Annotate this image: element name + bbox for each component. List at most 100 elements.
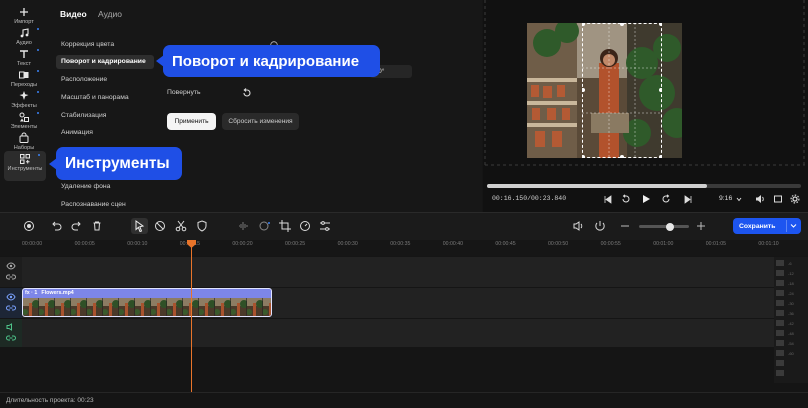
ruler-tick-label: 00:00:00 bbox=[22, 241, 43, 247]
playback-time: 00:16.150/00:23.840 bbox=[492, 195, 567, 202]
ruler-tick-label: 00:01:05 bbox=[705, 241, 726, 247]
text-icon bbox=[20, 50, 28, 58]
scissors-icon[interactable] bbox=[174, 219, 188, 233]
clip-effects-badge: fx · 1 bbox=[25, 290, 38, 296]
link-icon[interactable] bbox=[6, 273, 16, 281]
music-note-icon bbox=[20, 28, 29, 38]
volume-meter: -6 -12 -18 -24 -30 -36 -42 -48 -54 -60 bbox=[774, 257, 808, 383]
fullscreen-icon[interactable] bbox=[773, 194, 783, 204]
skip-forward-icon[interactable] bbox=[684, 195, 693, 204]
track-controls bbox=[0, 288, 22, 318]
crop-icon[interactable] bbox=[278, 219, 292, 233]
ruler-tick-label: 00:01:10 bbox=[758, 241, 779, 247]
svg-text:-6: -6 bbox=[788, 261, 792, 266]
menu-item-rotate-crop[interactable]: Поворот и кадрирование bbox=[56, 55, 154, 69]
volume-icon[interactable] bbox=[755, 194, 765, 204]
apply-button[interactable]: Применить bbox=[167, 113, 216, 130]
status-bar: Длительность проекта: 00:23 bbox=[0, 392, 808, 408]
speaker-icon[interactable] bbox=[6, 323, 16, 331]
ruler-tick-label: 00:00:20 bbox=[232, 241, 253, 247]
svg-text:-36: -36 bbox=[788, 311, 795, 316]
eye-icon[interactable] bbox=[6, 293, 16, 301]
link-icon[interactable] bbox=[6, 304, 16, 312]
tab-audio[interactable]: Аудио bbox=[98, 9, 122, 19]
zoom-slider[interactable] bbox=[639, 222, 689, 231]
sidebar-item-label: Инструменты bbox=[7, 166, 43, 172]
zoom-in-icon[interactable] bbox=[694, 219, 708, 233]
video-clip[interactable]: fx · 1 Flowers.mp4 bbox=[22, 288, 272, 317]
ruler-corner bbox=[0, 240, 22, 256]
speed-icon[interactable] bbox=[298, 219, 312, 233]
redo-icon[interactable] bbox=[70, 219, 84, 233]
svg-text:-30: -30 bbox=[788, 301, 795, 306]
shield-icon[interactable] bbox=[195, 219, 209, 233]
clip-name: Flowers.mp4 bbox=[41, 290, 74, 296]
plus-icon bbox=[20, 8, 28, 16]
rewind-icon[interactable] bbox=[620, 194, 630, 204]
playback-progress-fill bbox=[487, 184, 707, 188]
reset-button[interactable]: Сбросить изменения bbox=[222, 113, 299, 130]
callout-rotate-crop: Поворот и кадрирование bbox=[156, 45, 380, 77]
zoom-slider-thumb[interactable] bbox=[666, 222, 674, 231]
elements-icon bbox=[19, 112, 29, 122]
skip-back-icon[interactable] bbox=[603, 195, 612, 204]
ruler-tick-label: 00:01:00 bbox=[653, 241, 674, 247]
link-icon[interactable] bbox=[6, 334, 16, 342]
ruler-tick-label: 00:00:50 bbox=[548, 241, 569, 247]
svg-text:-18: -18 bbox=[788, 281, 795, 286]
voiceover-icon[interactable] bbox=[572, 219, 586, 233]
crop-handles[interactable] bbox=[582, 23, 662, 158]
menu-item-zoom-pan[interactable]: Масштаб и панорама bbox=[56, 91, 154, 105]
settings-icon[interactable] bbox=[790, 194, 800, 204]
callout-tools: Инструменты bbox=[49, 147, 182, 180]
forward-icon[interactable] bbox=[662, 194, 672, 204]
svg-text:-60: -60 bbox=[788, 351, 795, 356]
zoom-out-icon[interactable] bbox=[618, 219, 632, 233]
sidebar-item-tools[interactable]: Инструменты bbox=[4, 151, 46, 181]
trash-icon[interactable] bbox=[90, 219, 104, 233]
save-button[interactable]: Сохранить bbox=[733, 218, 801, 234]
audio-split-icon[interactable] bbox=[258, 219, 272, 233]
menu-item-animation[interactable]: Анимация bbox=[56, 126, 154, 140]
svg-text:-12: -12 bbox=[788, 271, 795, 276]
ripple-icon[interactable] bbox=[153, 219, 167, 233]
play-icon[interactable] bbox=[641, 194, 651, 204]
level-meter: -6 -12 -18 -24 -30 -36 -42 -48 -54 -60 bbox=[776, 260, 795, 376]
menu-item-scene-detection[interactable]: Распознавание сцен bbox=[56, 198, 154, 212]
menu-item-remove-background[interactable]: Удаление фона bbox=[56, 180, 154, 194]
playhead-handle[interactable] bbox=[187, 240, 196, 248]
aspect-ratio-select[interactable]: 9:16 bbox=[719, 195, 732, 202]
audio-wave-icon[interactable] bbox=[237, 219, 251, 233]
video-editor-window: Импорт Аудио Текст Переходы Эффекты Элем… bbox=[0, 0, 808, 408]
svg-text:-48: -48 bbox=[788, 331, 795, 336]
ruler-tick-label: 00:00:55 bbox=[600, 241, 621, 247]
snap-icon[interactable] bbox=[593, 219, 607, 233]
playhead[interactable] bbox=[191, 241, 192, 392]
rotate-icon[interactable] bbox=[241, 87, 253, 99]
ruler-tick-label: 00:00:05 bbox=[74, 241, 95, 247]
track-controls bbox=[0, 257, 22, 287]
chevron-down-icon[interactable] bbox=[736, 197, 742, 202]
track-audio[interactable] bbox=[0, 319, 774, 347]
save-button-label: Сохранить bbox=[739, 222, 776, 230]
tools-icon bbox=[20, 154, 30, 164]
playback-progress-bar[interactable] bbox=[487, 184, 801, 188]
adjust-icon[interactable] bbox=[318, 219, 332, 233]
menu-item-position[interactable]: Расположение bbox=[56, 73, 154, 87]
ruler-tick-label: 00:00:30 bbox=[337, 241, 358, 247]
chevron-down-icon[interactable] bbox=[790, 223, 797, 229]
select-tool-button[interactable] bbox=[131, 218, 148, 234]
svg-text:-24: -24 bbox=[788, 291, 795, 296]
record-icon[interactable] bbox=[22, 219, 36, 233]
tab-video[interactable]: Видео bbox=[60, 9, 87, 19]
svg-text:-42: -42 bbox=[788, 321, 795, 326]
menu-item-color-correction[interactable]: Коррекция цвета bbox=[56, 38, 154, 52]
undo-icon[interactable] bbox=[49, 219, 63, 233]
clip-header: fx · 1 Flowers.mp4 bbox=[25, 290, 74, 298]
video-frame[interactable] bbox=[527, 23, 682, 158]
ruler-tick-label: 00:00:10 bbox=[127, 241, 148, 247]
eye-icon[interactable] bbox=[6, 262, 16, 270]
menu-item-stabilization[interactable]: Стабилизация bbox=[56, 109, 154, 123]
track-empty[interactable] bbox=[0, 257, 774, 287]
ruler-tick-label: 00:00:45 bbox=[495, 241, 516, 247]
